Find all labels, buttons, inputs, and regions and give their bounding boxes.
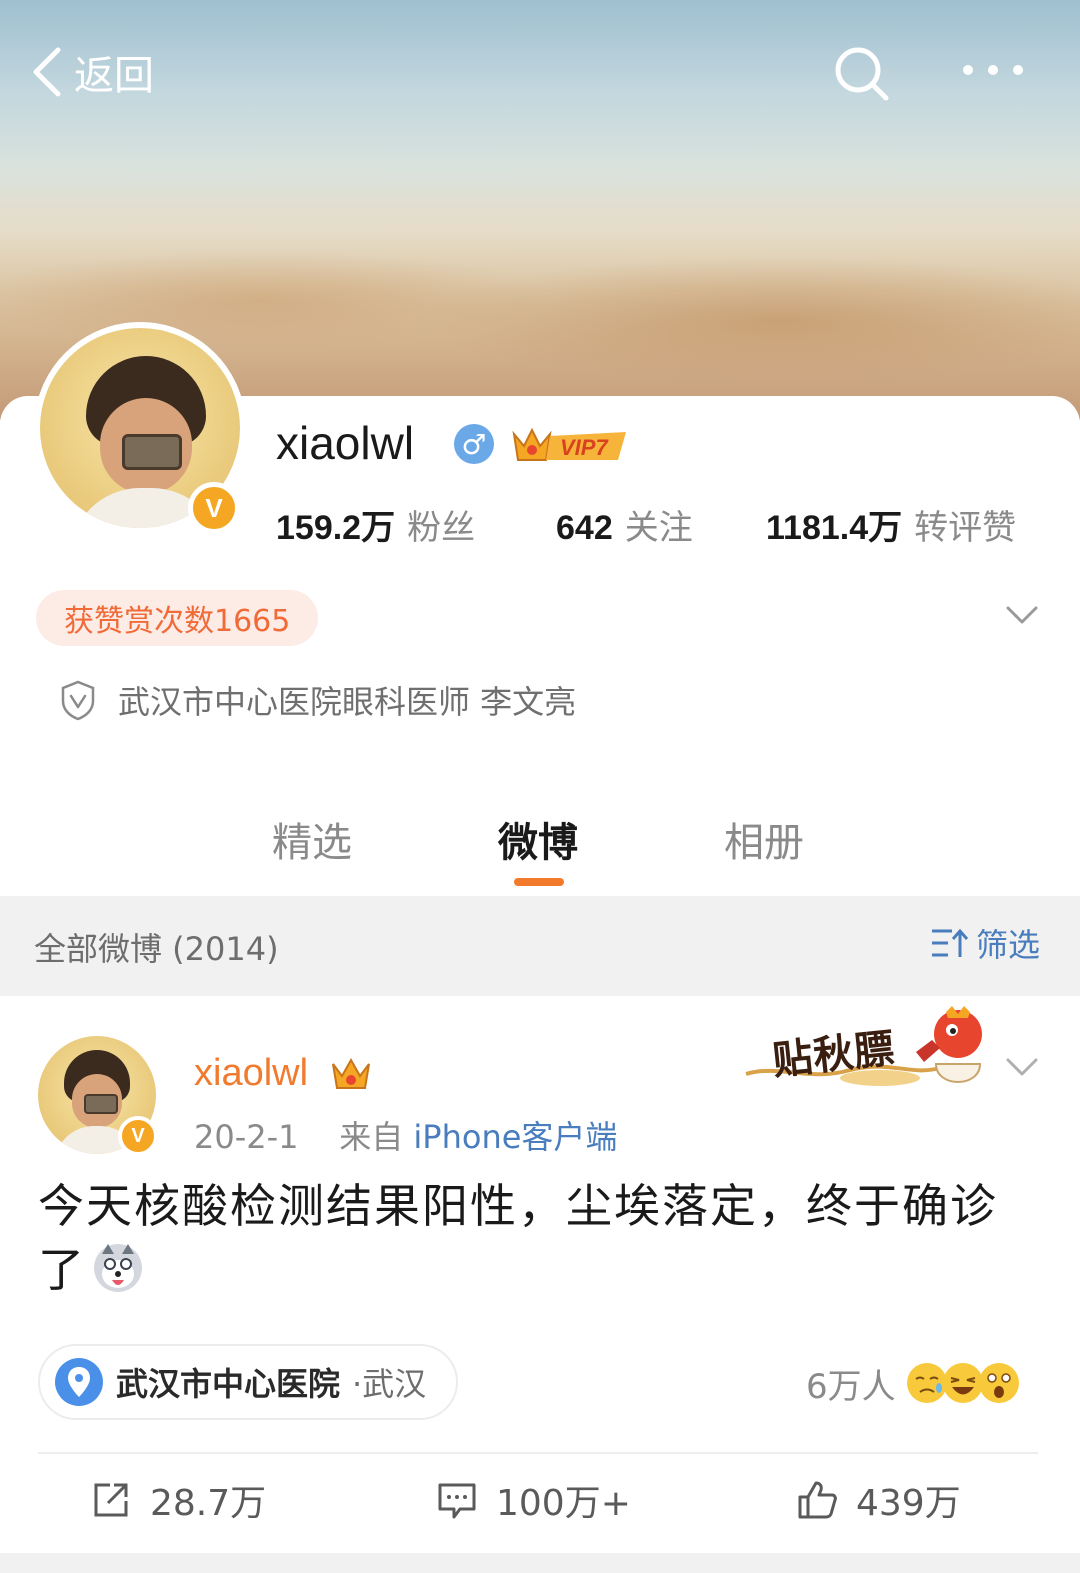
chevron-down-icon[interactable] [1002, 600, 1042, 630]
post-from-prefix: 来自 [339, 1118, 404, 1156]
repost-count: 28.7万 [150, 1483, 267, 1524]
repost-button[interactable]: 28.7万 [90, 1474, 266, 1526]
profile-tabs: 精选 微博 相册 [0, 800, 1080, 896]
shield-v-icon [61, 680, 95, 721]
profile-stats: 159.2万 粉丝 642 关注 1181.4万 转评赞 [276, 500, 1056, 556]
filter-sort-icon [932, 928, 968, 957]
following-label: 关注 [624, 508, 693, 548]
vip-crown-badge[interactable]: VIP7 [510, 420, 630, 468]
post-date: 20-2-1 [194, 1118, 299, 1156]
reactors-summary[interactable]: 6万人 [806, 1358, 1020, 1408]
interactions-stat[interactable]: 1181.4万 转评赞 [766, 500, 1016, 549]
followers-label: 粉丝 [407, 508, 476, 548]
location-tag[interactable]: 武汉市中心医院 ·武汉 [38, 1344, 459, 1420]
following-count: 642 [556, 509, 613, 547]
following-stat[interactable]: 642 关注 [556, 500, 766, 549]
all-posts-count: 全部微博 (2014) [34, 930, 279, 968]
divider [38, 1452, 1038, 1454]
post-meta: 20-2-1 来自 iPhone客户端 [194, 1112, 617, 1158]
comment-count: 100万+ [496, 1483, 631, 1524]
profile-page: 返回 V xiaolwl ♂ VIP7 159.2万 粉丝 642 关注 118… [0, 0, 1080, 1573]
decoration-sticker: 贴秋膘 [740, 1004, 1004, 1104]
thumbs-up-icon [798, 1481, 837, 1519]
verification-info: 武汉市中心医院眼科医师 李文亮 [60, 676, 576, 724]
reward-count-badge[interactable]: 获赞赏次数1665 [36, 590, 319, 646]
crown-icon [332, 1057, 370, 1089]
location-city: ·武汉 [352, 1365, 427, 1403]
chevron-left-icon [33, 47, 61, 97]
tab-album[interactable]: 相册 [684, 810, 844, 868]
profile-username: xiaolwl [276, 417, 415, 469]
reactors-count: 6万人 [806, 1366, 896, 1407]
filter-bar: 全部微博 (2014) 筛选 [0, 896, 1080, 996]
comment-icon [438, 1483, 476, 1519]
active-tab-indicator [514, 878, 564, 886]
top-navigation-bar: 返回 [0, 0, 1080, 140]
verified-v-icon: V [188, 482, 240, 534]
bottom-separator [0, 1553, 1080, 1573]
share-icon [94, 1483, 128, 1517]
back-button[interactable]: 返回 [30, 40, 154, 104]
back-label: 返回 [74, 53, 154, 99]
chevron-down-icon[interactable] [1002, 1052, 1042, 1082]
more-dots-icon[interactable] [958, 48, 1028, 92]
post-actions: 28.7万 100万+ 439万 [0, 1466, 1080, 1536]
male-gender-icon: ♂ [454, 424, 494, 464]
post-text: 今天核酸检测结果阳性，尘埃落定，终于确诊了 [38, 1179, 998, 1297]
followers-stat[interactable]: 159.2万 粉丝 [276, 500, 556, 549]
post-source[interactable]: iPhone客户端 [413, 1118, 617, 1156]
tab-weibo[interactable]: 微博 [458, 810, 618, 868]
verification-text: 武汉市中心医院眼科医师 李文亮 [118, 683, 577, 721]
comment-button[interactable]: 100万+ [436, 1474, 631, 1526]
post-card: V xiaolwl 20-2-1 来自 iPhone客户端 贴秋膘 今天核酸检测… [0, 996, 1080, 1556]
post-body: 今天核酸检测结果阳性，尘埃落定，终于确诊了 [38, 1174, 1038, 1302]
location-pin-icon [55, 1358, 103, 1406]
followers-count: 159.2万 [276, 509, 396, 547]
interactions-count: 1181.4万 [766, 509, 903, 547]
vip-label: VIP7 [560, 435, 609, 460]
like-count: 439万 [856, 1483, 961, 1524]
husky-emoji-icon [94, 1244, 142, 1292]
verified-v-icon: V [118, 1116, 158, 1156]
filter-label: 筛选 [976, 926, 1041, 964]
like-button[interactable]: 439万 [796, 1474, 961, 1526]
interactions-label: 转评赞 [914, 508, 1017, 548]
location-place: 武汉市中心医院 [116, 1365, 341, 1403]
filter-button[interactable]: 筛选 [930, 920, 1040, 966]
search-icon[interactable] [832, 44, 892, 104]
tab-featured[interactable]: 精选 [232, 810, 392, 868]
shocked-emoji-icon [978, 1363, 1019, 1403]
post-username[interactable]: xiaolwl [194, 1052, 308, 1095]
